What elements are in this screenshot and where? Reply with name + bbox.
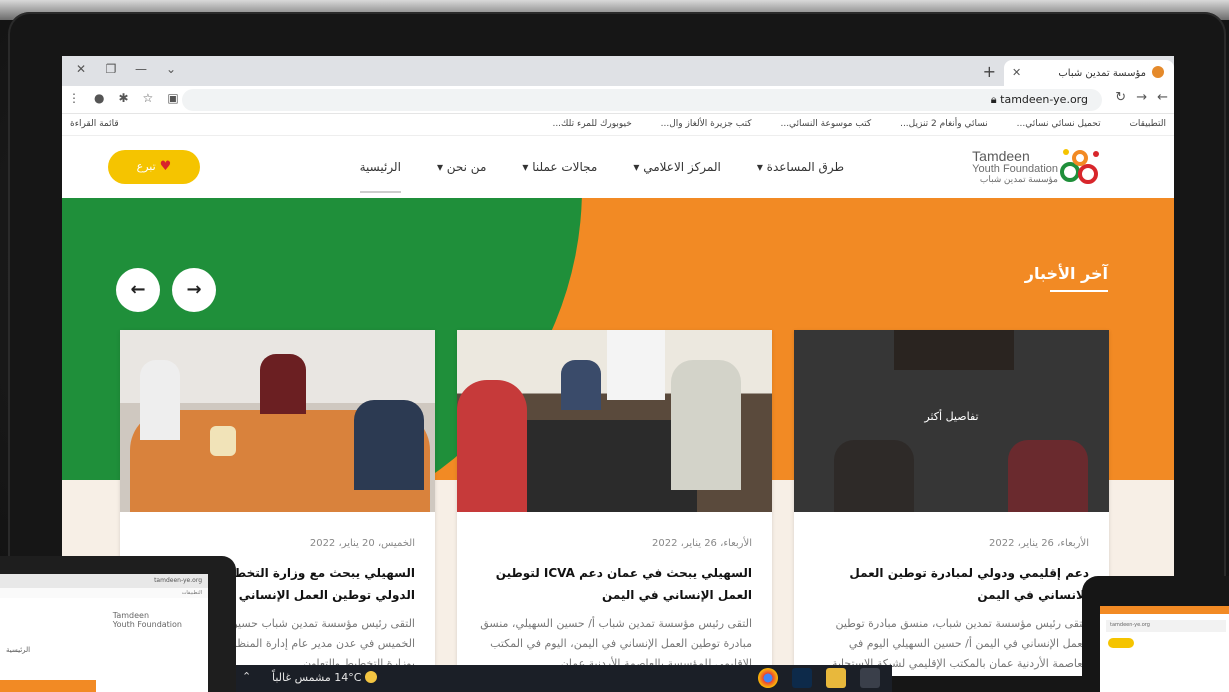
toolbar-icons: ⋮ ● ✱ ☆ ▣ — [68, 91, 193, 105]
site-header: Tamdeen Youth Foundation مؤسسة تمدين شبا… — [62, 136, 1174, 198]
chrome-icon[interactable] — [758, 668, 778, 688]
photoshop-icon[interactable] — [792, 668, 812, 688]
bookmark-item[interactable]: خيوبورك للمرء تلك... — [552, 119, 631, 129]
prev-arrow-icon[interactable]: ← — [116, 268, 160, 312]
favicon-icon — [1152, 66, 1164, 78]
news-title[interactable]: السهيلي يبحث في عمان دعم ICVA لتوطين الع… — [472, 562, 752, 606]
bookmark-item[interactable]: تحميل نسائي نسائي... — [1017, 119, 1101, 129]
tablet-donate — [1108, 638, 1134, 648]
bookmark-item[interactable]: التطبيقات — [1129, 119, 1166, 129]
laptop-nav-home: الرئيسية — [6, 646, 31, 654]
tablet-orange-bar — [1100, 606, 1229, 614]
forward-icon[interactable]: → — [1136, 90, 1147, 105]
news-date: الخميس، 20 يناير، 2022 — [309, 538, 415, 549]
url-input[interactable]: 🔒︎ tamdeen-ye.org — [182, 89, 1102, 111]
weather-temp: 14°C — [334, 671, 362, 684]
menu-icon[interactable]: ⋮ — [68, 91, 80, 105]
heart-icon: ♥ — [159, 159, 172, 174]
taskbar: ⌃ 14°C مشمس غالباً — [236, 665, 892, 692]
nav-item-home[interactable]: الرئيسية — [359, 160, 401, 193]
laptop-url-bar: tamdeen-ye.org — [0, 574, 208, 588]
address-bar: ⋮ ● ✱ ☆ ▣ 🔒︎ tamdeen-ye.org ↻ → ← — [62, 86, 1174, 114]
new-tab-icon[interactable]: + — [983, 62, 996, 81]
title-underline — [1050, 290, 1108, 292]
news-photo — [457, 330, 772, 512]
main-nav: الرئيسية من نحن ▾ مجالات عملنا ▾ المركز … — [359, 160, 844, 193]
reload-icon[interactable]: ↻ — [1115, 90, 1126, 105]
task-view-icon[interactable] — [860, 668, 880, 688]
logo-line-1: Tamdeen — [972, 148, 1030, 165]
news-photo: تفاصيل أكثر — [794, 330, 1109, 512]
back-icon[interactable]: ← — [1157, 90, 1168, 105]
weather-text: مشمس غالباً — [272, 671, 331, 684]
tablet-device: tamdeen-ye.org — [1082, 576, 1229, 692]
logo-line-3: مؤسسة تمدين شباب — [979, 174, 1058, 185]
share-icon[interactable]: ▣ — [167, 91, 178, 105]
more-details-link[interactable]: تفاصيل أكثر — [794, 410, 1109, 423]
tab-title: مؤسسة تمدين شباب — [1058, 68, 1146, 79]
donate-button[interactable]: ♥تبرع — [108, 150, 200, 184]
bookmark-item[interactable]: كتب موسوعة النسائي... — [780, 119, 871, 129]
nav-item-ways-to-help[interactable]: طرق المساعدة ▾ — [757, 160, 844, 193]
tab-bar: ✕ ❐ — ⌄ + مؤسسة تمدين شباب ✕ — [62, 56, 1174, 86]
minimize-window-icon[interactable]: — — [126, 62, 156, 76]
window-controls: ✕ ❐ — ⌄ — [66, 62, 186, 76]
news-date: الأربعاء، 26 يناير، 2022 — [652, 538, 752, 549]
news-date: الأربعاء، 26 يناير، 2022 — [989, 538, 1089, 549]
close-tab-icon[interactable]: ✕ — [1012, 66, 1021, 79]
laptop-banner — [0, 680, 96, 692]
extensions-icon[interactable]: ✱ — [118, 91, 128, 105]
weather-widget[interactable]: 14°C مشمس غالباً — [272, 671, 383, 684]
tray-chevron-icon[interactable]: ⌃ — [242, 670, 251, 683]
laptop-bookmarks: التطبيقات — [0, 588, 208, 598]
bookmarks-bar: التطبيقات تحميل نسائي نسائي... نسائي وأن… — [62, 114, 1174, 136]
logo-mark-icon — [1060, 149, 1099, 184]
sun-icon — [364, 671, 377, 683]
laptop-device: tamdeen-ye.org التطبيقات Tamdeen Youth F… — [0, 556, 236, 692]
taskbar-apps — [758, 668, 880, 688]
news-card[interactable]: تفاصيل أكثر الأربعاء، 26 يناير، 2022 دعم… — [794, 330, 1109, 676]
news-photo — [120, 330, 435, 512]
tablet-url: tamdeen-ye.org — [1106, 620, 1226, 632]
news-title[interactable]: دعم إقليمي ودولي لمبادرة توطين العمل الا… — [809, 562, 1089, 606]
reading-list[interactable]: قائمة القراءة — [70, 119, 119, 129]
site-logo[interactable]: Tamdeen Youth Foundation مؤسسة تمدين شبا… — [972, 144, 1112, 190]
close-window-icon[interactable]: ✕ — [66, 62, 96, 76]
url-text: tamdeen-ye.org — [1000, 93, 1088, 106]
bookmark-item[interactable]: نسائي وأنغام 2 تنزيل... — [900, 119, 988, 129]
donate-label: تبرع — [136, 160, 156, 173]
logo-text: Tamdeen Youth Foundation مؤسسة تمدين شبا… — [972, 149, 1058, 185]
nav-item-media-center[interactable]: المركز الاعلامي ▾ — [633, 160, 720, 193]
tablet-screen: tamdeen-ye.org — [1100, 606, 1229, 692]
browser-tab[interactable]: مؤسسة تمدين شباب ✕ — [1004, 60, 1174, 86]
nav-item-about[interactable]: من نحن ▾ — [437, 160, 486, 193]
bookmark-item[interactable]: كتب جزيرة الألغاز وال... — [661, 119, 752, 129]
nav-buttons: ↻ → ← — [1105, 90, 1168, 105]
next-arrow-icon[interactable]: → — [172, 268, 216, 312]
bookmark-star-icon[interactable]: ☆ — [143, 91, 154, 105]
section-title: آخر الأخبار — [1024, 264, 1108, 283]
tab-search-icon[interactable]: ⌄ — [156, 62, 186, 76]
restore-window-icon[interactable]: ❐ — [96, 62, 126, 76]
laptop-logo-line-2: Youth Foundation — [112, 619, 182, 629]
nav-item-work-areas[interactable]: مجالات عملنا ▾ — [522, 160, 597, 193]
lock-icon: 🔒︎ — [990, 93, 1001, 106]
news-card[interactable]: الأربعاء، 26 يناير، 2022 السهيلي يبحث في… — [457, 330, 772, 676]
file-explorer-icon[interactable] — [826, 668, 846, 688]
profile-icon[interactable]: ● — [94, 91, 104, 105]
laptop-logo: Tamdeen Youth Foundation — [112, 611, 182, 630]
laptop-screen: tamdeen-ye.org التطبيقات Tamdeen Youth F… — [0, 574, 208, 692]
